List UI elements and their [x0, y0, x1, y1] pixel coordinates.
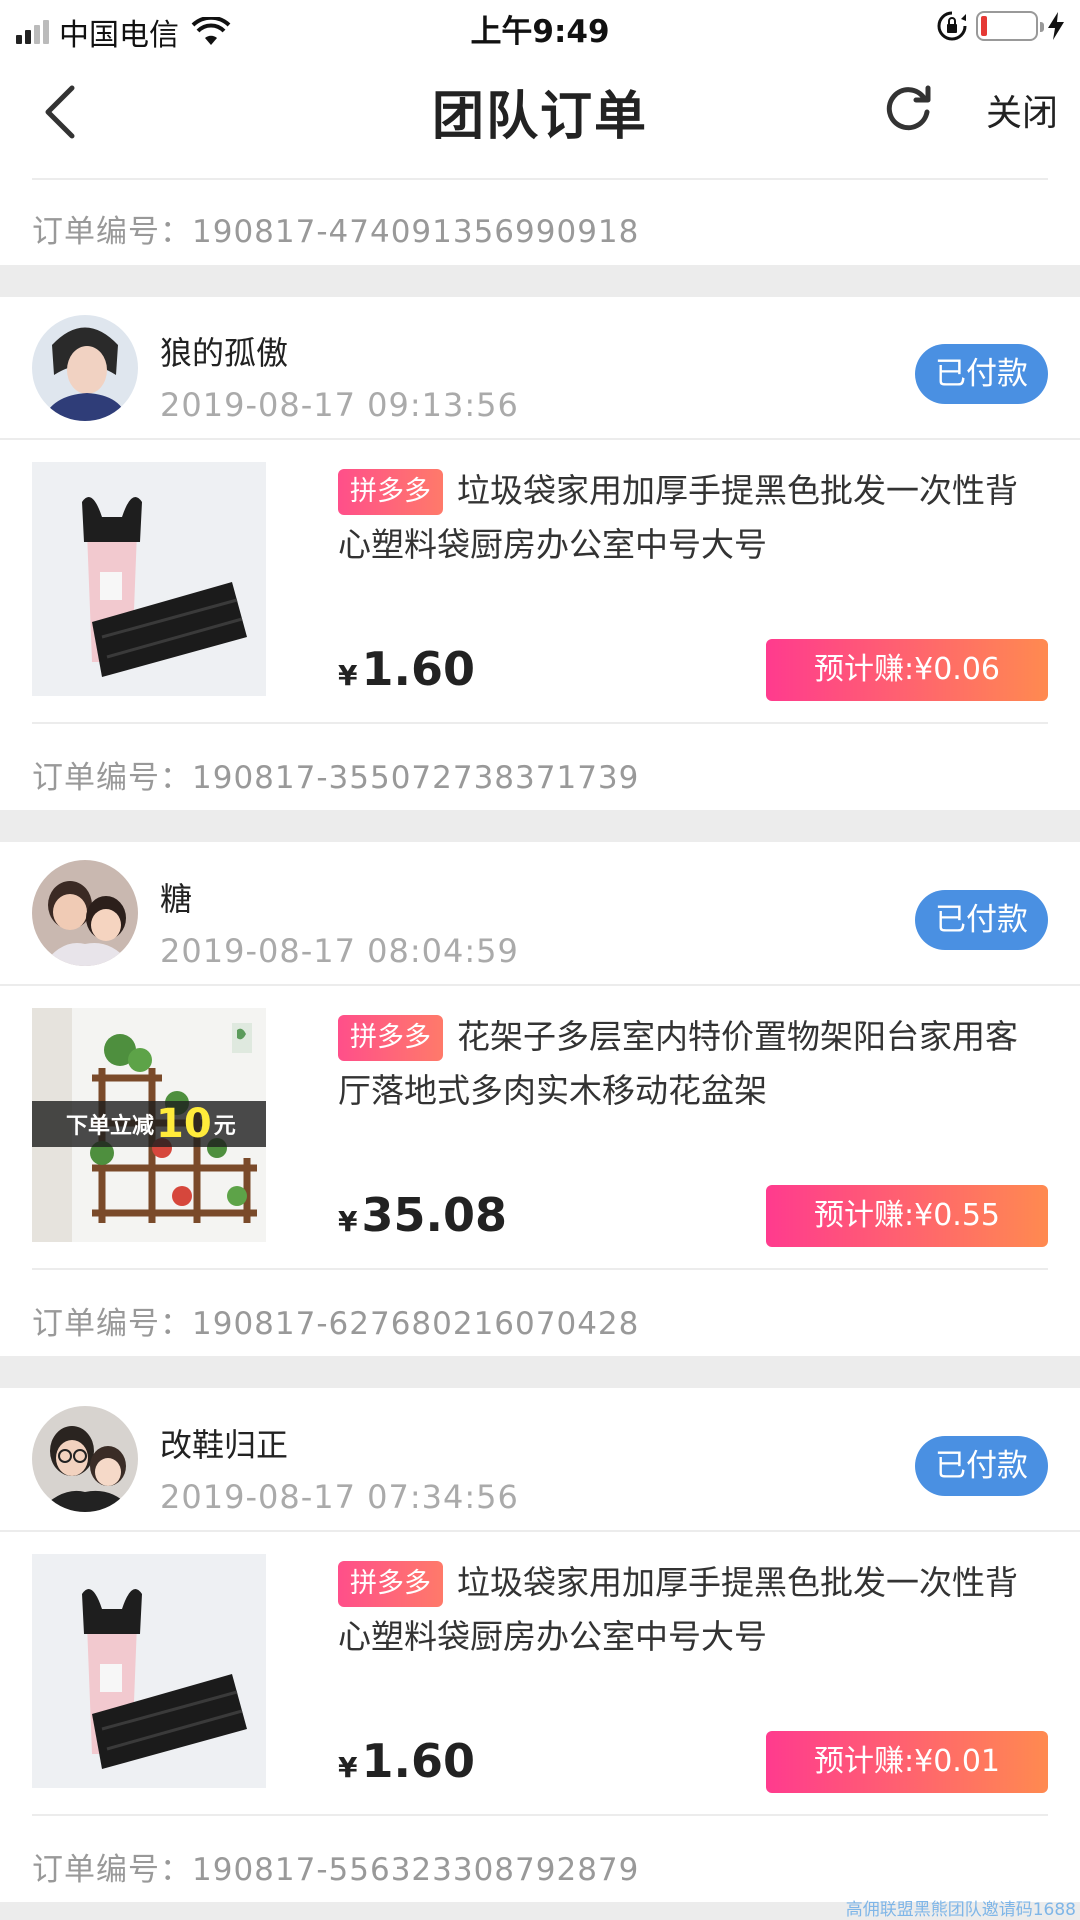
- divider: [32, 178, 1048, 180]
- promo-text: 下单立减: [66, 1114, 155, 1139]
- promo-amount: 10: [156, 1101, 212, 1147]
- divider: [32, 1268, 1048, 1270]
- battery-icon: [976, 11, 1044, 41]
- divider: [0, 1530, 1080, 1532]
- close-button[interactable]: 关闭: [986, 84, 1058, 136]
- status-badge: 已付款: [915, 1436, 1048, 1496]
- product-image[interactable]: [32, 1554, 266, 1788]
- estimated-earning-button[interactable]: 预计赚:¥0.55: [766, 1185, 1048, 1247]
- price: ¥35.08: [338, 1188, 507, 1242]
- order-time: 2019-08-17 08:04:59: [160, 932, 519, 970]
- section-gap: [0, 1356, 1080, 1388]
- user-name: 狼的孤傲: [160, 334, 289, 372]
- estimated-earning-button[interactable]: 预计赚:¥0.01: [766, 1731, 1048, 1793]
- product-image[interactable]: [32, 462, 266, 696]
- user-name: 糖: [160, 880, 193, 918]
- product-title[interactable]: 拼多多 垃圾袋家用加厚手提黑色批发一次性背心塑料袋厨房办公室中号大号: [338, 464, 1048, 572]
- watermark-text: 高佣联盟黑熊团队邀请码1688: [845, 1900, 1076, 1920]
- currency-symbol: ¥: [338, 1205, 358, 1238]
- rotation-lock-icon: [937, 11, 967, 41]
- avatar: [32, 860, 138, 966]
- divider: [0, 438, 1080, 440]
- product-title[interactable]: 拼多多 花架子多层室内特价置物架阳台家用客厅落地式多肉实木移动花盆架: [338, 1010, 1048, 1118]
- divider: [32, 722, 1048, 724]
- refresh-icon[interactable]: [880, 82, 936, 138]
- price: ¥1.60: [338, 1734, 475, 1788]
- price: ¥1.60: [338, 642, 475, 696]
- avatar: [32, 315, 138, 421]
- status-bar: 中国电信 上午9:49: [0, 0, 1080, 54]
- order-number: 订单编号：190817-627680216070428: [32, 1306, 640, 1342]
- nav-bar: 团队订单 关闭: [0, 54, 1080, 178]
- status-badge: 已付款: [915, 890, 1048, 950]
- section-gap: [0, 265, 1080, 297]
- section-gap: [0, 810, 1080, 842]
- price-amount: 1.60: [361, 642, 475, 696]
- status-badge: 已付款: [915, 344, 1048, 404]
- status-time: 上午9:49: [470, 14, 610, 50]
- user-name: 改鞋归正: [160, 1426, 289, 1464]
- estimated-earning-button[interactable]: 预计赚:¥0.06: [766, 639, 1048, 701]
- charging-bolt-icon: [1048, 12, 1064, 40]
- currency-symbol: ¥: [338, 1751, 358, 1784]
- divider: [0, 984, 1080, 986]
- promo-unit: 元: [213, 1114, 236, 1139]
- divider: [32, 1814, 1048, 1816]
- order-number: 订单编号：190817-474091356990918: [32, 214, 640, 250]
- order-number: 订单编号：190817-556323308792879: [32, 1852, 640, 1888]
- platform-tag: 拼多多: [338, 1015, 443, 1061]
- status-right: [936, 10, 1066, 42]
- order-number: 订单编号：190817-355072738371739: [32, 760, 640, 796]
- platform-tag: 拼多多: [338, 1561, 443, 1607]
- price-amount: 35.08: [361, 1188, 507, 1242]
- product-title[interactable]: 拼多多 垃圾袋家用加厚手提黑色批发一次性背心塑料袋厨房办公室中号大号: [338, 1556, 1048, 1664]
- promo-overlay: 下单立减 10 元: [32, 1101, 266, 1147]
- order-time: 2019-08-17 09:13:56: [160, 386, 519, 424]
- price-amount: 1.60: [361, 1734, 475, 1788]
- platform-tag: 拼多多: [338, 469, 443, 515]
- order-time: 2019-08-17 07:34:56: [160, 1478, 519, 1516]
- avatar: [32, 1406, 138, 1512]
- currency-symbol: ¥: [338, 659, 358, 692]
